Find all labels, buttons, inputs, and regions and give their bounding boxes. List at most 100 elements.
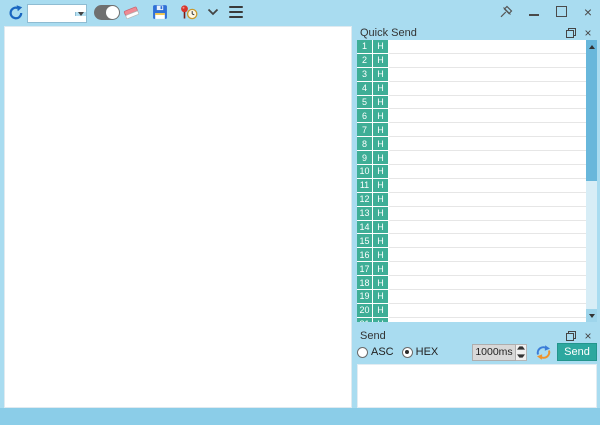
row-send-button[interactable]: 19 <box>357 290 373 304</box>
radio-hex[interactable] <box>402 347 413 358</box>
row-send-button[interactable]: 4 <box>357 82 373 96</box>
row-hex-toggle[interactable]: H <box>373 234 389 248</box>
row-send-button[interactable]: 9 <box>357 151 373 165</box>
row-data-input[interactable] <box>389 290 586 304</box>
row-send-button[interactable]: 6 <box>357 109 373 123</box>
row-hex-toggle[interactable]: H <box>373 68 389 82</box>
row-data-input[interactable] <box>389 165 586 179</box>
timed-send-button[interactable] <box>178 3 200 21</box>
row-hex-toggle[interactable]: H <box>373 207 389 221</box>
interval-field[interactable]: 1000ms <box>472 344 516 361</box>
save-button[interactable] <box>151 3 168 21</box>
row-hex-toggle[interactable]: H <box>373 290 389 304</box>
quick-send-row: 9 H <box>357 151 586 165</box>
row-data-input[interactable] <box>389 221 586 235</box>
row-data-input[interactable] <box>389 262 586 276</box>
row-hex-toggle[interactable]: H <box>373 318 389 322</box>
radio-asc-label: ASC <box>371 346 394 358</box>
row-send-button[interactable]: 5 <box>357 96 373 110</box>
row-hex-toggle[interactable]: H <box>373 221 389 235</box>
row-send-button[interactable]: 3 <box>357 68 373 82</box>
row-data-input[interactable] <box>389 318 586 322</box>
pin-window-button[interactable] <box>498 4 514 20</box>
row-hex-toggle[interactable]: H <box>373 165 389 179</box>
scrollbar-thumb[interactable] <box>586 53 597 181</box>
close-panel-button[interactable]: × <box>581 27 595 39</box>
port-combobox[interactable] <box>27 4 87 23</box>
row-send-button[interactable]: 13 <box>357 207 373 221</box>
row-send-button[interactable]: 20 <box>357 304 373 318</box>
quick-send-scrollbar[interactable] <box>586 40 597 322</box>
receive-display-area[interactable] <box>4 26 352 408</box>
row-hex-toggle[interactable]: H <box>373 109 389 123</box>
connection-toggle[interactable] <box>94 5 120 20</box>
row-send-button[interactable]: 16 <box>357 248 373 262</box>
row-send-button[interactable]: 14 <box>357 221 373 235</box>
row-data-input[interactable] <box>389 109 586 123</box>
row-hex-toggle[interactable]: H <box>373 96 389 110</box>
clear-button[interactable] <box>122 4 140 21</box>
refresh-button[interactable] <box>6 3 26 22</box>
row-hex-toggle[interactable]: H <box>373 151 389 165</box>
send-button[interactable]: Send <box>557 343 597 361</box>
row-hex-toggle[interactable]: H <box>373 123 389 137</box>
row-hex-toggle[interactable]: H <box>373 54 389 68</box>
quick-send-titlebar[interactable]: Quick Send × <box>357 24 597 40</box>
more-options-button[interactable] <box>206 5 220 19</box>
row-hex-toggle[interactable]: H <box>373 248 389 262</box>
row-send-button[interactable]: 10 <box>357 165 373 179</box>
row-hex-toggle[interactable]: H <box>373 276 389 290</box>
scroll-up-button[interactable] <box>586 40 597 53</box>
row-data-input[interactable] <box>389 40 586 54</box>
scroll-down-button[interactable] <box>586 309 597 322</box>
row-data-input[interactable] <box>389 248 586 262</box>
maximize-button[interactable] <box>551 3 571 20</box>
row-hex-toggle[interactable]: H <box>373 304 389 318</box>
row-hex-toggle[interactable]: H <box>373 193 389 207</box>
row-hex-toggle[interactable]: H <box>373 82 389 96</box>
row-hex-toggle[interactable]: H <box>373 40 389 54</box>
row-send-button[interactable]: 15 <box>357 234 373 248</box>
row-data-input[interactable] <box>389 82 586 96</box>
row-send-button[interactable]: 12 <box>357 193 373 207</box>
row-data-input[interactable] <box>389 193 586 207</box>
row-data-input[interactable] <box>389 96 586 110</box>
port-combobox-input[interactable] <box>28 8 75 20</box>
close-window-button[interactable]: × <box>578 3 598 20</box>
quick-send-row: 18 H <box>357 276 586 290</box>
row-data-input[interactable] <box>389 54 586 68</box>
row-send-button[interactable]: 7 <box>357 123 373 137</box>
row-data-input[interactable] <box>389 68 586 82</box>
radio-asc[interactable] <box>357 347 368 358</box>
row-data-input[interactable] <box>389 234 586 248</box>
row-data-input[interactable] <box>389 137 586 151</box>
row-data-input[interactable] <box>389 179 586 193</box>
close-panel-button[interactable]: × <box>581 330 595 342</box>
row-data-input[interactable] <box>389 123 586 137</box>
row-data-input[interactable] <box>389 276 586 290</box>
row-send-button[interactable]: 8 <box>357 137 373 151</box>
repeat-send-button[interactable] <box>533 343 553 361</box>
menu-button[interactable] <box>228 5 243 19</box>
row-data-input[interactable] <box>389 304 586 318</box>
row-send-button[interactable]: 1 <box>357 40 373 54</box>
send-message-input[interactable] <box>357 364 597 408</box>
float-panel-button[interactable] <box>564 27 578 39</box>
row-send-button[interactable]: 17 <box>357 262 373 276</box>
send-titlebar[interactable]: Send × <box>357 327 597 343</box>
spin-down-button[interactable] <box>516 352 526 360</box>
row-send-button[interactable]: 2 <box>357 54 373 68</box>
row-send-button[interactable]: 21 <box>357 318 373 322</box>
row-hex-toggle[interactable]: H <box>373 262 389 276</box>
float-panel-button[interactable] <box>564 330 578 342</box>
combobox-dropdown-button[interactable] <box>75 12 86 16</box>
spin-up-button[interactable] <box>516 345 526 353</box>
row-send-button[interactable]: 11 <box>357 179 373 193</box>
minimize-button[interactable] <box>524 3 544 20</box>
row-hex-toggle[interactable]: H <box>373 137 389 151</box>
row-hex-toggle[interactable]: H <box>373 179 389 193</box>
row-data-input[interactable] <box>389 151 586 165</box>
row-send-button[interactable]: 18 <box>357 276 373 290</box>
row-data-input[interactable] <box>389 207 586 221</box>
interval-spinner[interactable] <box>516 344 527 361</box>
